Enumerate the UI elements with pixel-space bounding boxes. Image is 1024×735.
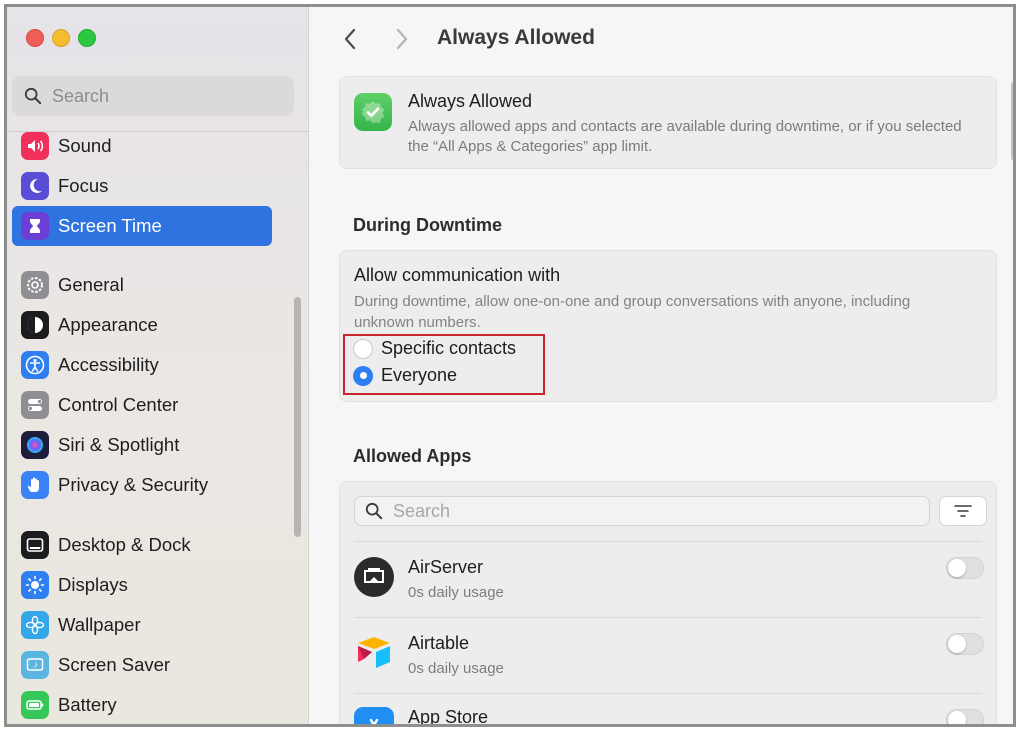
sidebar-item-label: Screen Saver — [58, 654, 171, 675]
allow-communication-title: Allow communication with — [354, 265, 561, 285]
checkmark-badge-icon — [354, 93, 392, 131]
sidebar-scrollbar[interactable] — [294, 297, 301, 537]
sidebar-item-control-center[interactable]: Control Center — [12, 385, 272, 425]
toolbar: Always Allowed — [309, 7, 1013, 71]
sidebar-item-desktop-dock[interactable]: Desktop & Dock — [12, 525, 272, 565]
sidebar-item-privacy-security[interactable]: Privacy & Security — [12, 465, 272, 505]
always-allowed-card: Always Allowed Always allowed apps and c… — [339, 76, 997, 169]
flower-icon — [21, 611, 49, 639]
sidebar-item-label: General — [58, 274, 124, 295]
allowed-apps-card: AirServer 0s daily usage Airtable 0s dai… — [339, 481, 997, 727]
sidebar-item-battery[interactable]: Battery — [12, 685, 272, 724]
minimize-window-button[interactable] — [52, 29, 70, 47]
sidebar: Sound Focus Screen Time Ge — [7, 7, 309, 724]
window-controls — [26, 29, 96, 47]
chevron-left-icon — [344, 28, 356, 50]
sidebar-item-label: Desktop & Dock — [58, 534, 191, 555]
sidebar-item-accessibility[interactable]: Accessibility — [12, 345, 272, 385]
search-icon — [24, 87, 42, 105]
back-button[interactable] — [339, 25, 361, 53]
always-allowed-description: Always allowed apps and contacts are ava… — [408, 118, 962, 155]
sidebar-item-screen-saver[interactable]: Screen Saver — [12, 645, 272, 685]
close-window-button[interactable] — [26, 29, 44, 47]
row-divider — [354, 617, 982, 618]
toggles-icon — [21, 391, 49, 419]
app-row-app-store: App Store — [340, 693, 996, 727]
zoom-window-button[interactable] — [78, 29, 96, 47]
search-icon — [365, 502, 383, 520]
settings-window: Sound Focus Screen Time Ge — [4, 4, 1016, 727]
page-title: Always Allowed — [437, 26, 595, 49]
filter-lines-icon — [954, 505, 972, 517]
sidebar-search-input[interactable] — [50, 84, 274, 108]
forward-button[interactable] — [391, 25, 413, 53]
sidebar-item-siri-spotlight[interactable]: Siri & Spotlight — [12, 425, 272, 465]
sidebar-item-label: Focus — [58, 175, 109, 196]
filter-button[interactable] — [939, 496, 987, 526]
airserver-icon — [354, 557, 394, 597]
app-usage: 0s daily usage — [408, 660, 504, 677]
row-divider — [354, 541, 982, 542]
app-toggle[interactable] — [946, 709, 984, 724]
sidebar-item-label: Privacy & Security — [58, 474, 209, 495]
sidebar-item-label: Sound — [58, 135, 112, 156]
airtable-icon — [354, 633, 394, 673]
sidebar-item-screen-time[interactable]: Screen Time — [12, 206, 272, 246]
sidebar-item-label: Accessibility — [58, 354, 159, 375]
app-row-airserver: AirServer 0s daily usage — [340, 541, 996, 617]
hand-icon — [21, 471, 49, 499]
always-allowed-title: Always Allowed — [408, 91, 533, 111]
sidebar-search[interactable] — [12, 76, 294, 116]
sun-icon — [21, 571, 49, 599]
screensaver-icon — [21, 651, 49, 679]
chevron-right-icon — [396, 28, 408, 50]
app-row-airtable: Airtable 0s daily usage — [340, 617, 996, 693]
siri-icon — [21, 431, 49, 459]
sidebar-item-displays[interactable]: Displays — [12, 565, 272, 605]
app-name: App Store — [408, 707, 489, 727]
sidebar-item-general[interactable]: General — [12, 265, 272, 305]
accessibility-icon — [21, 351, 49, 379]
moon-icon — [21, 172, 49, 200]
app-usage: 0s daily usage — [408, 584, 504, 601]
highlight-box — [343, 334, 545, 395]
sidebar-item-label: Battery — [58, 694, 117, 715]
hourglass-icon — [21, 212, 49, 240]
sidebar-item-wallpaper[interactable]: Wallpaper — [12, 605, 272, 645]
main-pane: Always Allowed Always Allowed Always all… — [309, 7, 1013, 724]
sidebar-item-label: Wallpaper — [58, 614, 141, 635]
app-name: Airtable — [408, 633, 470, 653]
app-store-icon — [354, 707, 394, 724]
during-downtime-heading: During Downtime — [353, 215, 502, 235]
sidebar-item-focus[interactable]: Focus — [12, 166, 272, 206]
sidebar-item-sound[interactable]: Sound — [12, 126, 272, 166]
sidebar-item-appearance[interactable]: Appearance — [12, 305, 272, 345]
sidebar-item-label: Appearance — [58, 314, 158, 335]
row-divider — [354, 693, 982, 694]
apps-search[interactable] — [354, 496, 930, 526]
app-toggle[interactable] — [946, 557, 984, 579]
sidebar-item-label: Control Center — [58, 394, 179, 415]
battery-icon — [21, 691, 49, 719]
sidebar-item-label: Siri & Spotlight — [58, 434, 180, 455]
app-toggle[interactable] — [946, 633, 984, 655]
gear-icon — [21, 271, 49, 299]
allow-communication-description: During downtime, allow one-on-one and gr… — [354, 293, 911, 331]
appearance-icon — [21, 311, 49, 339]
sidebar-item-label: Screen Time — [58, 215, 162, 236]
speaker-icon — [21, 132, 49, 160]
sidebar-item-label: Displays — [58, 574, 128, 595]
apps-search-input[interactable] — [391, 499, 895, 523]
dock-icon — [21, 531, 49, 559]
app-name: AirServer — [408, 557, 484, 577]
allowed-apps-heading: Allowed Apps — [353, 446, 472, 466]
main-scrollbar[interactable] — [1011, 81, 1013, 161]
